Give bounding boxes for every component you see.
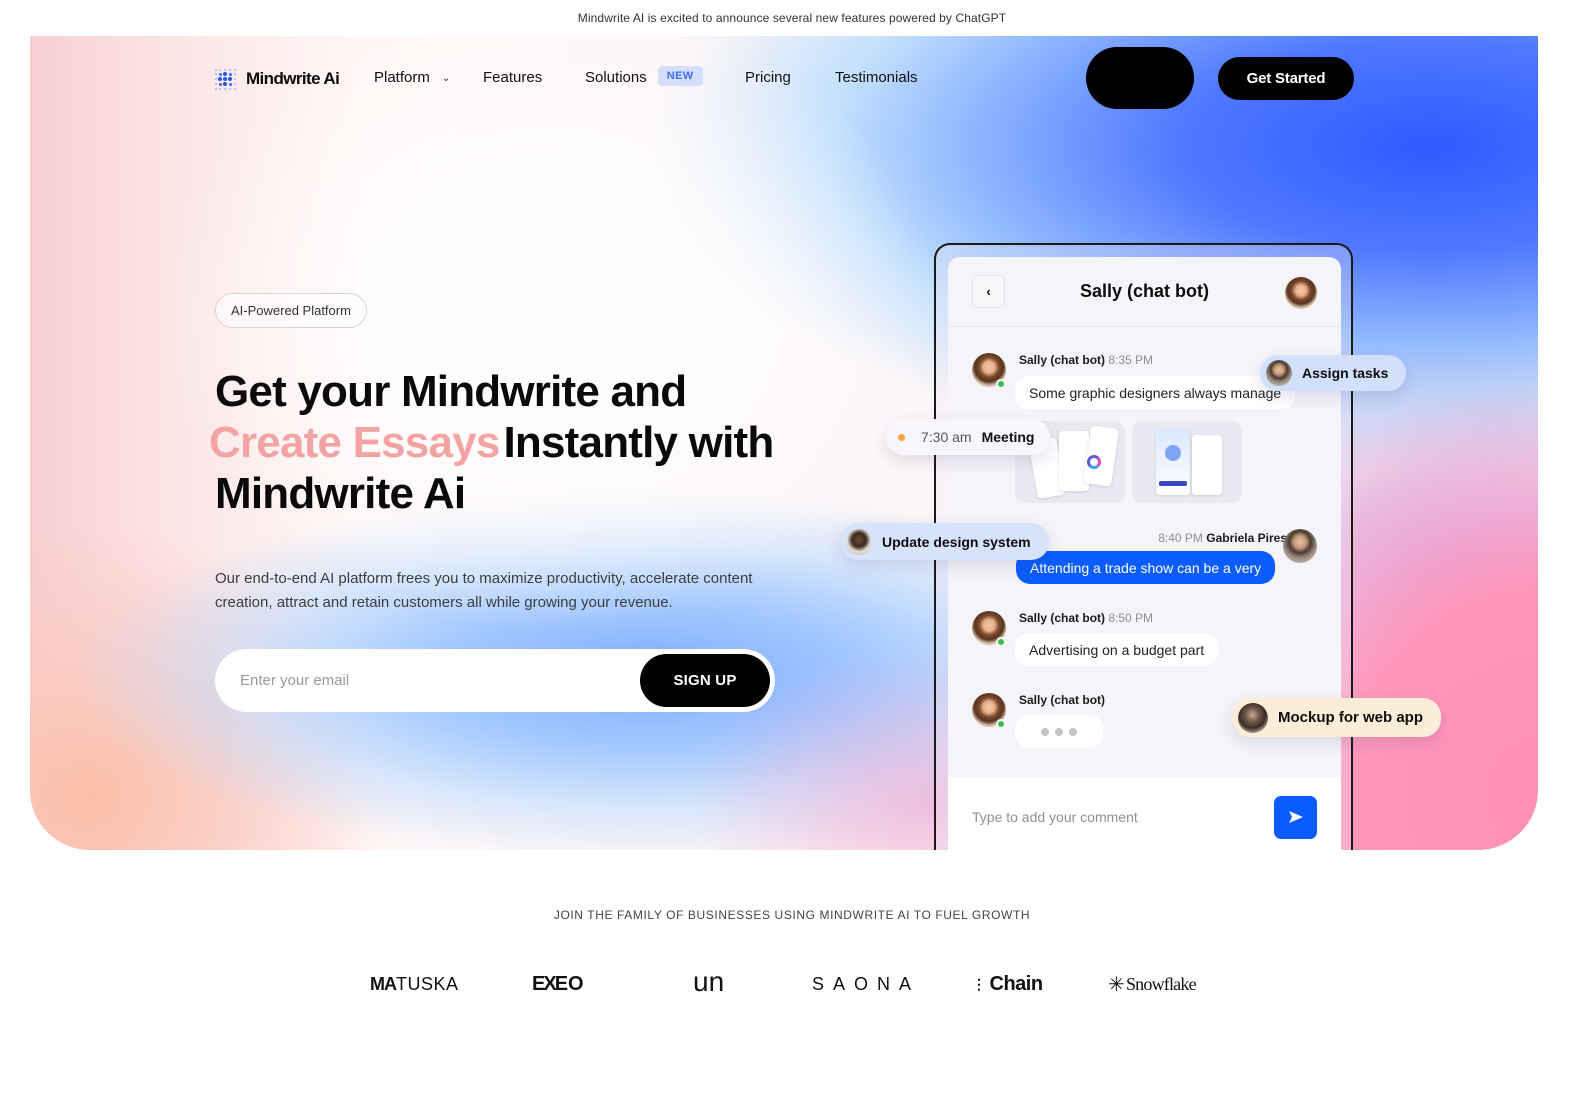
nav-platform-label: Platform bbox=[374, 69, 430, 86]
signup-form: SIGN UP bbox=[215, 649, 775, 712]
partners-heading: JOIN THE FAMILY OF BUSINESSES USING MIND… bbox=[553, 908, 1031, 922]
tag-label: Update design system bbox=[882, 533, 1031, 550]
nav-solutions-label: Solutions bbox=[585, 69, 647, 86]
main-nav: Mindwrite Ai Platform ⌄ Features Solutio… bbox=[30, 36, 1538, 122]
hero-headline: Get your Mindwrite and Create EssaysInst… bbox=[209, 366, 835, 519]
message-meta: 8:40 PM Gabriela Pires bbox=[1158, 531, 1287, 545]
tag-avatar bbox=[1266, 360, 1292, 386]
brand-name: Mindwrite Ai bbox=[246, 69, 340, 88]
update-design-system-tag: Update design system bbox=[840, 523, 1049, 560]
tag-label: Mockup for web app bbox=[1278, 709, 1424, 726]
nav-pricing[interactable]: Pricing bbox=[745, 69, 791, 86]
comment-bar bbox=[948, 777, 1341, 850]
tag-avatar bbox=[846, 528, 872, 555]
snowflake-icon: ✳ bbox=[1108, 973, 1125, 996]
chain-icon: ⋮ bbox=[972, 975, 986, 992]
assign-tasks-tag: Assign tasks bbox=[1260, 355, 1407, 391]
chevron-down-icon: ⌄ bbox=[441, 73, 451, 84]
brand-logo[interactable]: Mindwrite Ai bbox=[214, 68, 340, 90]
hero-description: Our end-to-end AI platform frees you to … bbox=[215, 570, 753, 611]
chat-message: Attending a trade show can be a very bbox=[1016, 551, 1276, 584]
online-indicator bbox=[996, 637, 1006, 647]
dot-grid-icon bbox=[214, 68, 236, 90]
image-attachment[interactable] bbox=[1132, 421, 1242, 503]
nav-features[interactable]: Features bbox=[483, 69, 542, 86]
meeting-label: Meeting bbox=[981, 429, 1035, 445]
chat-title: Sally (chat bot) bbox=[1079, 281, 1209, 301]
online-indicator bbox=[996, 719, 1006, 729]
status-dot-icon bbox=[898, 433, 905, 441]
nav-features-label: Features bbox=[483, 69, 543, 86]
nav-testimonials-label: Testimonials bbox=[835, 69, 918, 86]
meeting-time: 7:30 am bbox=[921, 429, 972, 445]
headline-accent: Create Essays bbox=[209, 418, 500, 467]
message-meta: Sally (chat bot) bbox=[1019, 693, 1106, 707]
nav-secondary-button[interactable] bbox=[1086, 47, 1194, 109]
chat-header: ‹ Sally (chat bot) bbox=[948, 257, 1341, 327]
chevron-left-icon: ‹ bbox=[986, 284, 991, 299]
partner-logos: MA TUSKA EX EO un SAONA ⋮ Chain ✳ Snowflake bbox=[0, 962, 1584, 1006]
announcement-text: Mindwrite AI is excited to announce seve… bbox=[577, 11, 1007, 25]
logo-matuska: MA TUSKA bbox=[370, 973, 459, 994]
comment-input[interactable] bbox=[972, 809, 1274, 825]
gabriela-avatar bbox=[1283, 529, 1317, 563]
tag-label: Assign tasks bbox=[1302, 365, 1389, 381]
announcement-bar: Mindwrite AI is excited to announce seve… bbox=[0, 0, 1584, 36]
send-icon bbox=[1288, 811, 1303, 823]
nav-platform[interactable]: Platform ⌄ bbox=[374, 69, 450, 86]
online-indicator bbox=[996, 379, 1006, 389]
logo-snowflake: ✳ Snowflake bbox=[1108, 973, 1197, 996]
email-input[interactable] bbox=[240, 672, 640, 689]
nav-pricing-label: Pricing bbox=[745, 69, 791, 86]
get-started-button[interactable]: Get Started bbox=[1218, 57, 1354, 100]
nav-solutions[interactable]: Solutions NEW bbox=[585, 66, 703, 86]
message-meta: Sally (chat bot) 8:35 PM bbox=[1019, 353, 1154, 367]
nav-testimonials[interactable]: Testimonials bbox=[835, 69, 918, 86]
chat-header-avatar bbox=[1285, 277, 1317, 309]
headline-line-3: Mindwrite Ai bbox=[215, 469, 466, 518]
headline-line-1: Get your Mindwrite and bbox=[215, 367, 687, 416]
mockup-web-app-tag: Mockup for web app bbox=[1232, 698, 1442, 737]
message-meta: Sally (chat bot) 8:50 PM bbox=[1019, 611, 1154, 625]
tag-avatar bbox=[1238, 702, 1268, 733]
meeting-tag: 7:30 am Meeting bbox=[886, 419, 1051, 455]
new-badge: NEW bbox=[657, 66, 703, 86]
headline-line-2: Create EssaysInstantly with bbox=[209, 417, 835, 468]
sign-up-button[interactable]: SIGN UP bbox=[640, 654, 770, 707]
logo-saona: SAONA bbox=[812, 973, 921, 994]
logo-chain: ⋮ Chain bbox=[972, 972, 1043, 995]
typing-indicator bbox=[1015, 715, 1103, 748]
ai-powered-pill: AI-Powered Platform bbox=[215, 293, 367, 328]
back-button[interactable]: ‹ bbox=[972, 275, 1005, 308]
hero-section: Mindwrite Ai Platform ⌄ Features Solutio… bbox=[30, 36, 1538, 850]
chat-message: Some graphic designers always manage bbox=[1015, 376, 1296, 409]
chat-message: Advertising on a budget part bbox=[1015, 633, 1219, 666]
logo-exeo: EX EO bbox=[532, 972, 584, 995]
send-button[interactable] bbox=[1274, 795, 1317, 839]
headline-line-2-rest: Instantly with bbox=[503, 418, 775, 467]
logo-un: un bbox=[693, 966, 725, 997]
